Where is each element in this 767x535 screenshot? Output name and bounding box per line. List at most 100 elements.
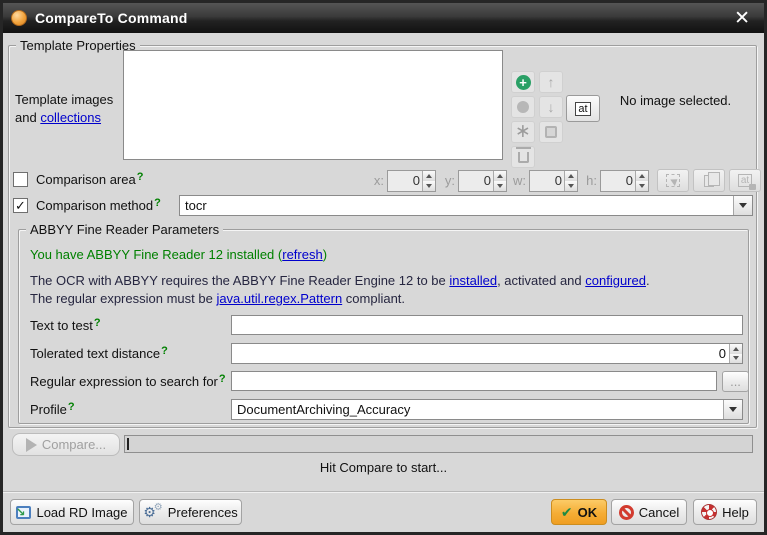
comparison-method-dropdown-button[interactable] xyxy=(733,196,752,215)
ocr-requirements-line1: The OCR with ABBYY requires the ABBYY Fi… xyxy=(30,273,650,288)
comparison-area-checkbox[interactable] xyxy=(13,172,28,187)
load-rd-image-button[interactable]: Load RD Image xyxy=(10,499,134,525)
select-area-button[interactable] xyxy=(657,169,689,192)
h-label: h: xyxy=(582,173,597,188)
add-icon: + xyxy=(516,75,531,90)
profile-combobox[interactable]: DocumentArchiving_Accuracy xyxy=(231,399,743,420)
app-icon xyxy=(11,10,27,26)
x-spinner-down-button[interactable] xyxy=(423,181,435,191)
tolerated-distance-down-button[interactable] xyxy=(730,354,742,364)
title-bar[interactable]: CompareTo Command ✕ xyxy=(3,3,764,33)
chevron-down-icon xyxy=(739,203,747,208)
y-label: y: xyxy=(440,173,455,188)
profile-label: Profile? xyxy=(30,402,75,417)
arrow-down-icon: ↓ xyxy=(548,100,555,114)
template-images-label: Template images and collections xyxy=(15,91,120,127)
asterisk-icon: ∗ xyxy=(515,127,531,137)
w-label: w: xyxy=(511,173,526,188)
profile-help-icon[interactable]: ? xyxy=(68,401,75,413)
comparison-method-value: tocr xyxy=(180,198,733,213)
help-lifebuoy-icon xyxy=(701,504,717,520)
checkmark-icon: ✓ xyxy=(15,198,26,214)
add-image-button[interactable]: + xyxy=(511,71,535,93)
y-spinner-up-button[interactable] xyxy=(494,171,506,181)
gear-small-icon: ⚙ xyxy=(154,503,163,513)
tolerated-distance-up-button[interactable] xyxy=(730,344,742,354)
h-spinner[interactable]: 0 xyxy=(600,170,649,192)
preferences-button[interactable]: ⚙⚙ Preferences xyxy=(139,499,242,525)
regex-help-icon[interactable]: ? xyxy=(219,373,226,385)
text-to-test-label: Text to test? xyxy=(30,318,101,333)
profile-dropdown-button[interactable] xyxy=(723,400,742,419)
tolerated-distance-help-icon[interactable]: ? xyxy=(161,345,168,357)
comparison-method-help-icon[interactable]: ? xyxy=(154,197,161,209)
delete-image-button[interactable] xyxy=(511,146,535,168)
installed-link[interactable]: installed xyxy=(449,273,497,288)
select-area-icon xyxy=(666,174,680,187)
help-button[interactable]: Help xyxy=(693,499,757,525)
arrow-up-icon: ↑ xyxy=(548,75,555,89)
tolerated-distance-label: Tolerated text distance? xyxy=(30,346,168,361)
template-images-listbox[interactable] xyxy=(123,50,503,160)
cancel-button[interactable]: Cancel xyxy=(611,499,687,525)
at-lock-disabled-icon: at xyxy=(738,174,752,187)
refresh-link[interactable]: refresh xyxy=(282,247,322,262)
copy-area-button[interactable] xyxy=(693,169,725,192)
compare-button[interactable]: Compare... xyxy=(12,433,120,456)
x-spinner[interactable]: 0 xyxy=(387,170,436,192)
new-collection-button[interactable]: ∗ xyxy=(511,121,535,143)
w-spinner-up-button[interactable] xyxy=(565,171,577,181)
checkmark-icon: ✔ xyxy=(561,505,573,519)
tolerated-distance-spinner[interactable]: 0 xyxy=(231,343,743,364)
comparison-method-checkbox[interactable]: ✓ xyxy=(13,198,28,213)
tolerated-distance-value: 0 xyxy=(232,344,729,363)
comparison-area-help-icon[interactable]: ? xyxy=(137,171,144,183)
profile-value: DocumentArchiving_Accuracy xyxy=(232,402,723,417)
comparison-area-label: Comparison area? xyxy=(36,172,143,187)
duplicate-icon xyxy=(545,126,557,138)
move-down-button[interactable]: ↓ xyxy=(539,96,563,118)
comparison-method-label: Comparison method? xyxy=(36,198,161,213)
text-to-test-input[interactable] xyxy=(231,315,743,335)
progress-tick xyxy=(127,438,129,450)
text-to-test-help-icon[interactable]: ? xyxy=(94,317,101,329)
abbyy-group-label: ABBYY Fine Reader Parameters xyxy=(26,222,223,237)
compare-progress-bar xyxy=(124,435,753,453)
ok-button[interactable]: ✔ OK xyxy=(551,499,607,525)
regex-browse-button[interactable]: ... xyxy=(722,371,749,392)
regex-input[interactable] xyxy=(231,371,717,391)
template-images-label-line1: Template images xyxy=(15,92,113,107)
compareto-dialog: CompareTo Command ✕ Template Properties … xyxy=(0,0,767,535)
h-spinner-up-button[interactable] xyxy=(636,171,648,181)
compare-status-text: Hit Compare to start... xyxy=(3,460,764,475)
close-button[interactable]: ✕ xyxy=(728,7,756,30)
duplicate-image-button[interactable] xyxy=(539,121,563,143)
abbyy-installed-text: You have ABBYY Fine Reader 12 installed … xyxy=(30,247,327,262)
y-spinner-down-button[interactable] xyxy=(494,181,506,191)
ocr-requirements-line2: The regular expression must be java.util… xyxy=(30,291,405,306)
play-icon xyxy=(26,438,37,452)
trash-icon xyxy=(518,152,529,163)
x-label: x: xyxy=(369,173,384,188)
h-spinner-down-button[interactable] xyxy=(636,181,648,191)
copy-icon xyxy=(704,175,714,187)
window-title: CompareTo Command xyxy=(35,10,720,26)
w-spinner-down-button[interactable] xyxy=(565,181,577,191)
collections-link[interactable]: collections xyxy=(40,110,101,125)
record-image-button[interactable] xyxy=(511,96,535,118)
y-spinner[interactable]: 0 xyxy=(458,170,507,192)
x-spinner-up-button[interactable] xyxy=(423,171,435,181)
regex-label: Regular expression to search for? xyxy=(30,374,226,389)
footer-separator xyxy=(3,491,764,493)
record-icon xyxy=(517,101,529,113)
no-image-selected-text: No image selected. xyxy=(593,93,758,108)
w-spinner[interactable]: 0 xyxy=(529,170,578,192)
cancel-icon xyxy=(619,505,634,520)
configured-link[interactable]: configured xyxy=(585,273,646,288)
template-properties-group-label: Template Properties xyxy=(16,38,140,53)
comparison-method-combobox[interactable]: tocr xyxy=(179,195,753,216)
move-up-button[interactable]: ↑ xyxy=(539,71,563,93)
chevron-down-icon xyxy=(729,407,737,412)
area-text-anchor-button[interactable]: at xyxy=(729,169,761,192)
regex-pattern-link[interactable]: java.util.regex.Pattern xyxy=(216,291,342,306)
